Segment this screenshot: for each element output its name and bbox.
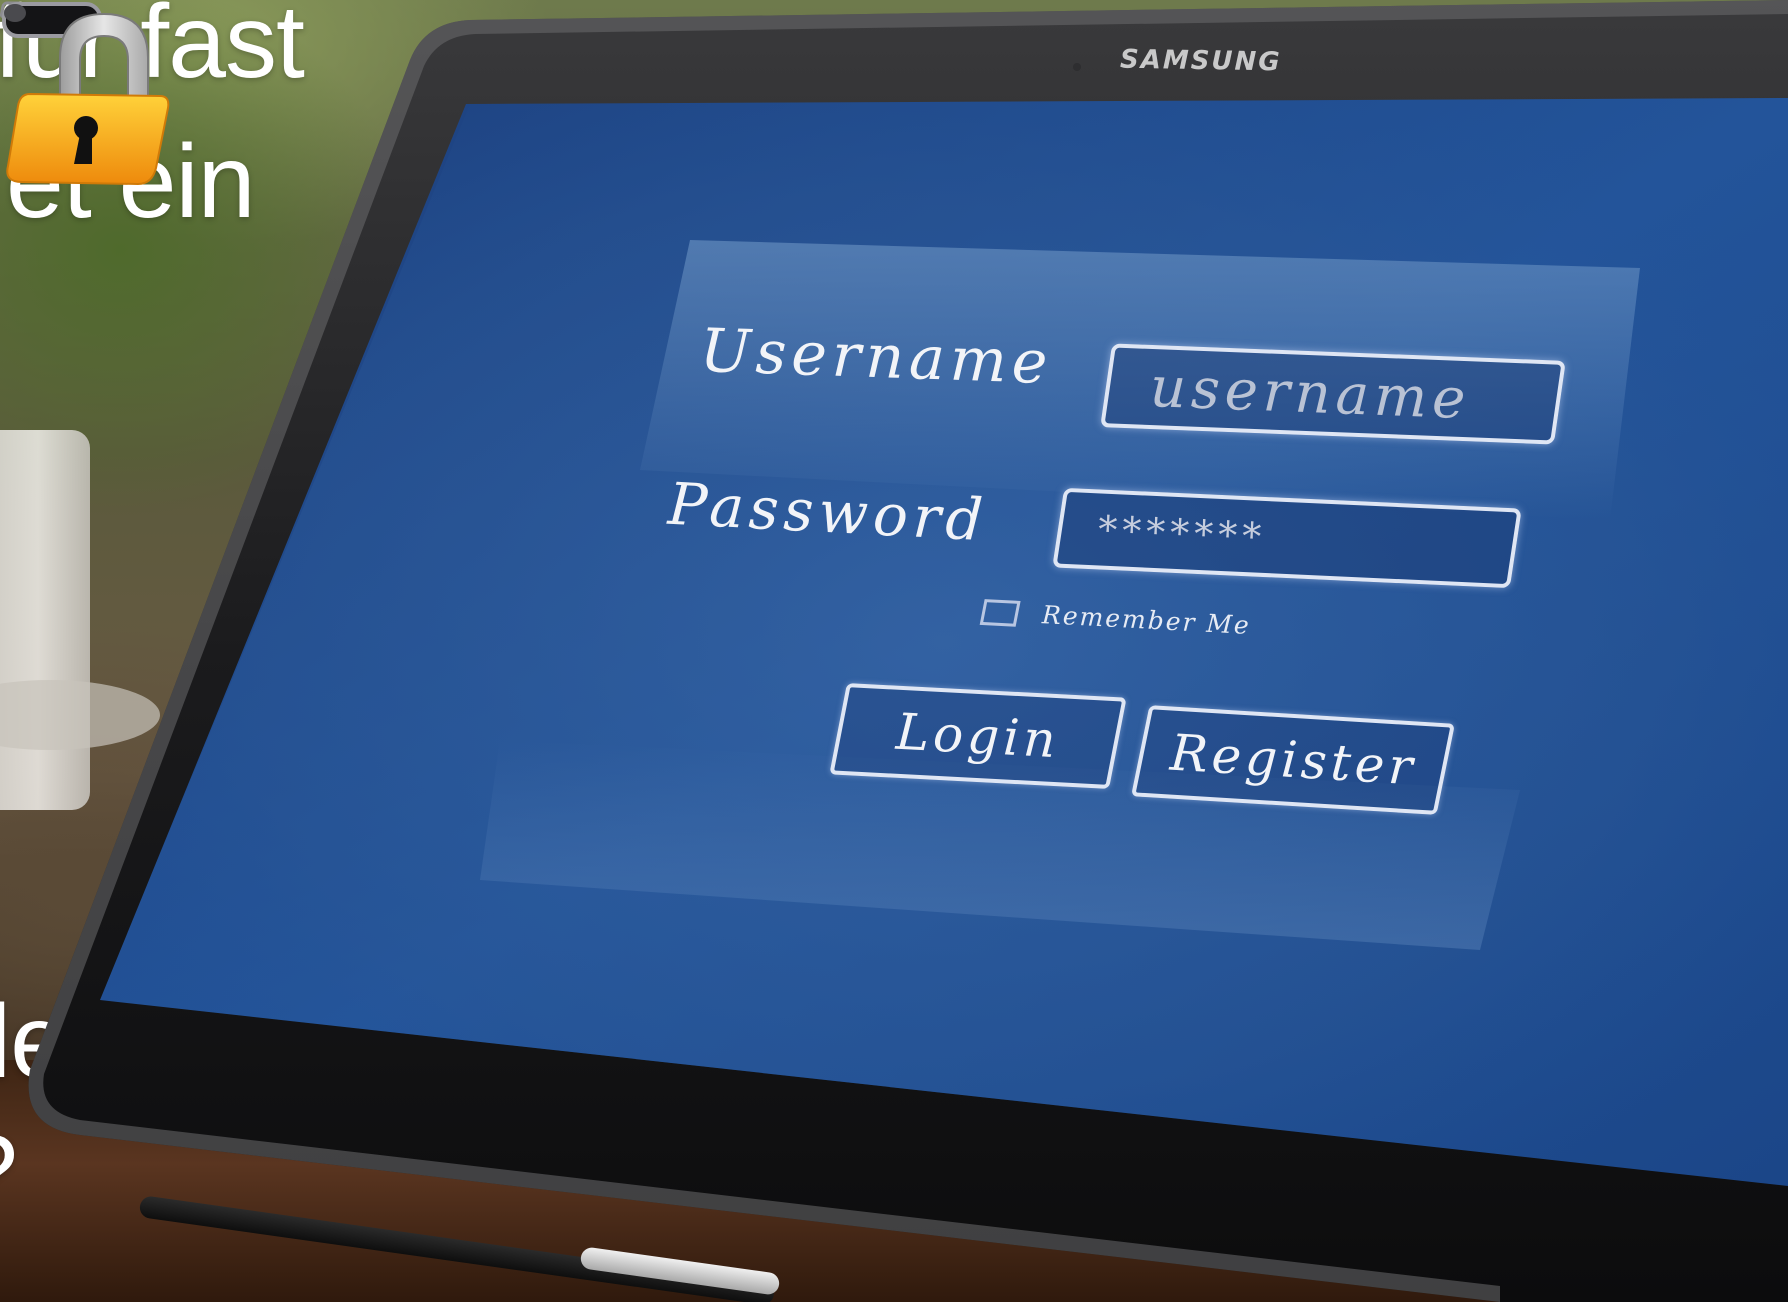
padlock-icon — [6, 12, 170, 186]
username-label: Username — [698, 315, 1054, 399]
login-button-label: Login — [894, 702, 1062, 770]
register-button-label: Register — [1168, 723, 1418, 797]
username-field[interactable]: username — [1100, 343, 1566, 445]
device-brand-logo: SAMSUNG — [1119, 44, 1282, 78]
register-button[interactable]: Register — [1131, 705, 1455, 815]
remember-me-checkbox[interactable] — [979, 598, 1021, 627]
tablet: SAMSUNG Username username Password *****… — [0, 0, 1788, 1302]
photo-scene: für fast et ein ) le ? — [0, 0, 1788, 1302]
tablet-body — [28, 0, 1788, 1302]
login-button[interactable]: Login — [829, 683, 1127, 789]
password-value: ******* — [1097, 507, 1268, 560]
username-value: username — [1148, 354, 1472, 432]
front-camera — [1073, 63, 1081, 71]
